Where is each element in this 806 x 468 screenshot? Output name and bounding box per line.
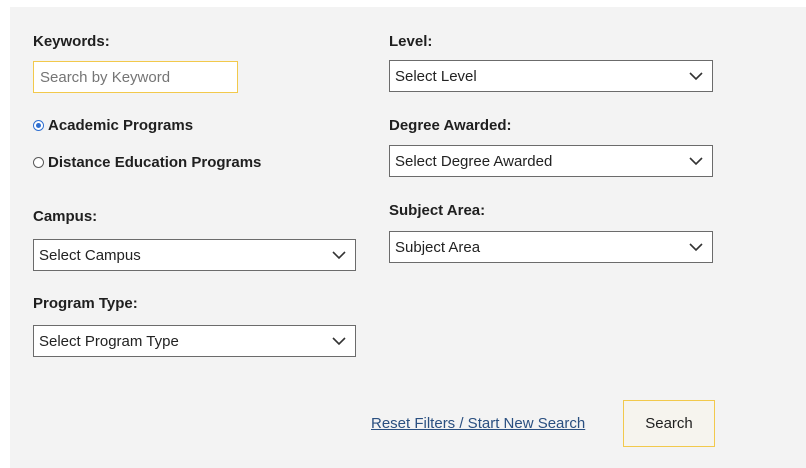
radio-academic-programs[interactable]: Academic Programs [33, 117, 193, 134]
subject-area-label: Subject Area: [389, 202, 486, 219]
reset-filters-link[interactable]: Reset Filters / Start New Search [371, 415, 585, 432]
degree-awarded-select-value: Select Degree Awarded [395, 152, 553, 170]
degree-awarded-select[interactable]: Select Degree Awarded [389, 145, 713, 177]
chevron-down-icon [332, 251, 346, 260]
campus-label: Campus: [33, 208, 98, 225]
subject-area-select[interactable]: Subject Area [389, 231, 713, 263]
campus-select-value: Select Campus [39, 246, 141, 264]
radio-distance-education-programs[interactable]: Distance Education Programs [33, 154, 261, 171]
program-type-label: Program Type: [33, 295, 138, 312]
chevron-down-icon [332, 337, 346, 346]
radio-label-academic-programs: Academic Programs [48, 117, 194, 134]
search-button[interactable]: Search [623, 400, 715, 447]
program-type-select[interactable]: Select Program Type [33, 325, 356, 357]
chevron-down-icon [689, 157, 703, 166]
radio-unchecked-icon[interactable] [33, 157, 44, 168]
degree-awarded-label: Degree Awarded: [389, 117, 512, 134]
level-select-value: Select Level [395, 67, 477, 85]
subject-area-select-value: Subject Area [395, 238, 481, 256]
radio-checked-icon[interactable] [33, 120, 44, 131]
chevron-down-icon [689, 243, 703, 252]
keywords-label: Keywords: [33, 33, 110, 50]
program-type-select-value: Select Program Type [39, 332, 179, 350]
radio-label-distance-education-programs: Distance Education Programs [48, 154, 262, 171]
campus-select[interactable]: Select Campus [33, 239, 356, 271]
level-label: Level: [389, 33, 433, 50]
level-select[interactable]: Select Level [389, 60, 713, 92]
keyword-search-input[interactable] [33, 61, 238, 93]
chevron-down-icon [689, 72, 703, 81]
